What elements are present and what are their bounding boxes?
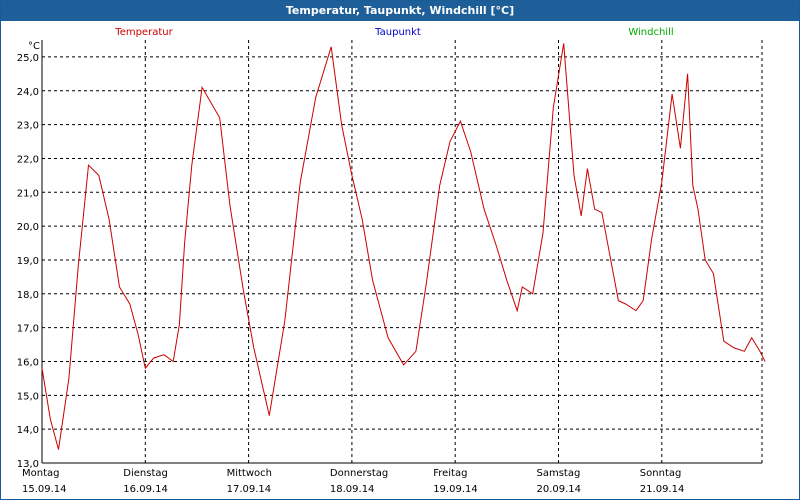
x-tick-day: Sonntag — [640, 468, 682, 479]
y-tick-labels: 13,014,015,016,017,018,019,020,021,022,0… — [17, 53, 39, 470]
y-tick-label: 25,0 — [17, 53, 39, 64]
y-tick-label: 22,0 — [17, 154, 39, 165]
x-tick-date: 18.09.14 — [330, 484, 375, 495]
chart-canvas: 13,014,015,016,017,018,019,020,021,022,0… — [17, 27, 766, 495]
x-tick-date: 16.09.14 — [123, 484, 168, 495]
axes — [41, 40, 762, 464]
y-tick-label: 16,0 — [17, 357, 39, 368]
y-tick-label: 19,0 — [17, 256, 39, 267]
y-tick-label: 17,0 — [17, 324, 39, 335]
y-tick-label: 21,0 — [17, 188, 39, 199]
legend-entry-windchill: Windchill — [628, 27, 673, 38]
x-tick-day: Dienstag — [123, 468, 168, 479]
x-tick-date: 17.09.14 — [227, 484, 272, 495]
series-line-temperatur — [41, 43, 766, 450]
y-axis-unit: °C — [28, 41, 40, 52]
legend: Temperatur Taupunkt Windchill — [114, 27, 673, 38]
x-tick-day: Freitag — [433, 468, 467, 479]
y-tick-label: 15,0 — [17, 391, 39, 402]
y-tick-label: 23,0 — [17, 121, 39, 132]
legend-entry-taupunkt: Taupunkt — [374, 27, 421, 38]
y-tick-label: 14,0 — [17, 425, 39, 436]
y-tick-label: 20,0 — [17, 222, 39, 233]
x-tick-day: Montag — [22, 468, 59, 479]
chart-window: Temperatur, Taupunkt, Windchill [°C] 13,… — [0, 0, 800, 500]
x-tick-date: 20.09.14 — [537, 484, 582, 495]
x-tick-day: Samstag — [537, 468, 581, 479]
legend-entry-temperatur: Temperatur — [114, 27, 173, 38]
y-tick-label: 18,0 — [17, 290, 39, 301]
x-tick-date: 15.09.14 — [22, 484, 67, 495]
x-tick-labels: Montag 15.09.14 Dienstag 16.09.14 Mittwoch 17… — [22, 468, 684, 495]
y-tick-label: 24,0 — [17, 87, 39, 98]
grid-lines — [42, 40, 763, 464]
chart-title: Temperatur, Taupunkt, Windchill [°C] — [1, 1, 799, 21]
x-tick-day: Mittwoch — [227, 468, 272, 479]
series-lines — [41, 43, 766, 450]
x-tick-date: 21.09.14 — [640, 484, 685, 495]
x-tick-date: 19.09.14 — [433, 484, 478, 495]
x-tick-day: Donnerstag — [330, 468, 388, 479]
